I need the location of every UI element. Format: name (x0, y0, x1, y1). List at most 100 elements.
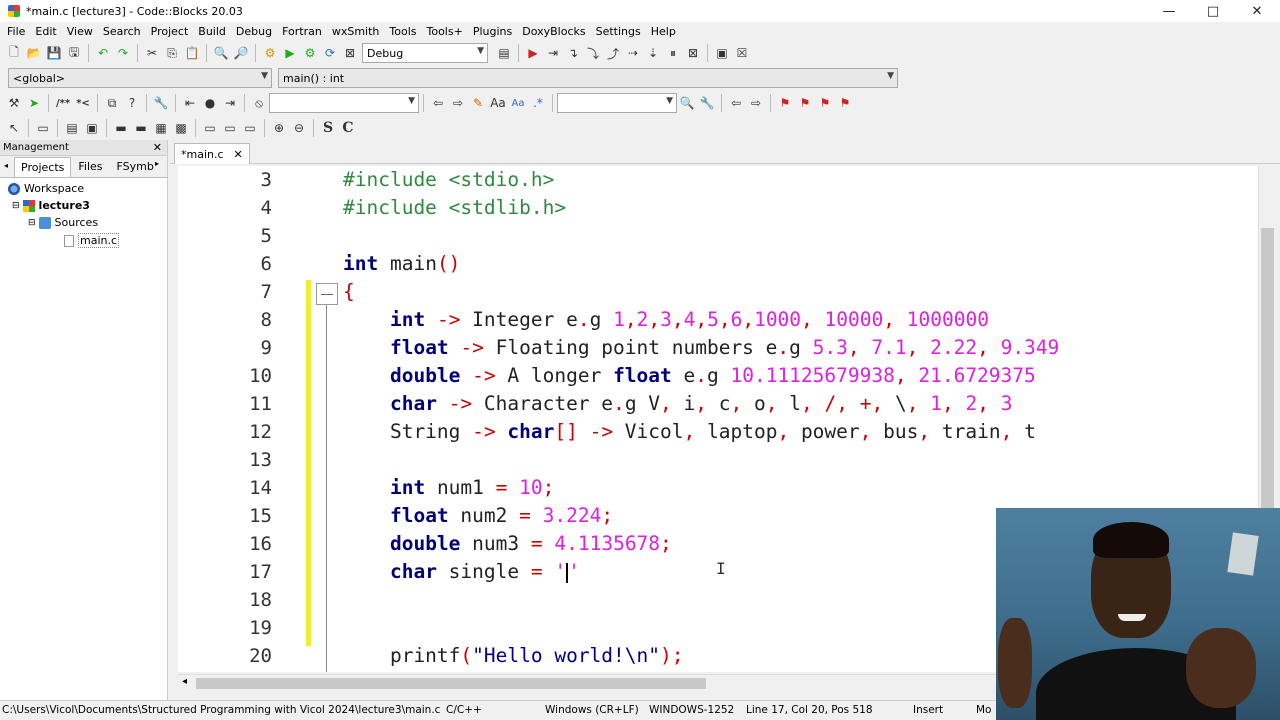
open-file-icon[interactable]: 📂 (24, 43, 44, 63)
save-icon[interactable]: 💾 (44, 43, 64, 63)
box-icon[interactable]: ▭ (200, 118, 220, 138)
menu-settings[interactable]: Settings (591, 25, 646, 38)
stop-debug-icon[interactable]: ⊠ (683, 43, 703, 63)
flag-icon[interactable]: ⚑ (775, 93, 795, 113)
debug-start-icon[interactable]: ▶ (523, 43, 543, 63)
debug-windows-icon[interactable]: ▣ (712, 43, 732, 63)
tab-files[interactable]: Files (71, 156, 109, 177)
panel-icon[interactable]: ▤ (62, 118, 82, 138)
save-all-icon[interactable]: 🖫 (64, 43, 84, 63)
debug-info-icon[interactable]: ☒ (732, 43, 752, 63)
regex-icon[interactable]: .* (528, 93, 548, 113)
target-options-icon[interactable]: ▤ (494, 43, 514, 63)
prev-bookmark-icon[interactable]: ⇤ (180, 93, 200, 113)
zoom-in-icon[interactable]: ⊕ (269, 118, 289, 138)
horizontal-scroll-thumb[interactable] (196, 678, 706, 689)
menu-edit[interactable]: Edit (30, 25, 61, 38)
jump-icon[interactable]: ➤ (24, 93, 44, 113)
undo-icon[interactable]: ↶ (93, 43, 113, 63)
menu-help[interactable]: Help (646, 25, 681, 38)
tree-file-main-c[interactable]: main.c (64, 233, 120, 248)
compiler-icon[interactable]: ⚒ (4, 93, 24, 113)
rebuild-icon[interactable]: ⟳ (320, 43, 340, 63)
c-icon[interactable]: C (338, 118, 358, 138)
step-into-icon[interactable]: ⤵ (583, 43, 603, 63)
arrow-left-icon[interactable]: ⇦ (428, 93, 448, 113)
step-out-icon[interactable]: ⤴ (603, 43, 623, 63)
cut-icon[interactable]: ✂ (142, 43, 162, 63)
menu-doxyblocks[interactable]: DoxyBlocks (517, 25, 590, 38)
box2-icon[interactable]: ▭ (220, 118, 240, 138)
menu-tools-plus[interactable]: Tools+ (422, 25, 468, 38)
maximize-button[interactable]: □ (1191, 0, 1235, 22)
copy-icon[interactable]: ⎘ (162, 43, 182, 63)
search-input[interactable]: ▼ (269, 93, 419, 113)
scope-select[interactable]: <global> ▼ (8, 68, 272, 88)
close-window-button[interactable]: ✕ (1235, 0, 1279, 22)
new-file-icon[interactable]: 🗋 (4, 43, 24, 63)
menu-plugins[interactable]: Plugins (468, 25, 517, 38)
close-panel-icon[interactable]: ✕ (153, 141, 162, 154)
next-bookmark-icon[interactable]: ⇥ (220, 93, 240, 113)
run-icon[interactable]: ▶ (280, 43, 300, 63)
scroll-left-icon[interactable]: ◂ (182, 676, 187, 687)
tree-project[interactable]: ⊟ lecture3 (12, 199, 90, 212)
back-icon[interactable]: ⇦ (726, 93, 746, 113)
fold-collapse-icon[interactable] (316, 283, 338, 305)
build-gear-icon[interactable]: ⚙ (260, 43, 280, 63)
dialog-icon[interactable]: ▣ (82, 118, 102, 138)
build-target-select[interactable]: Debug ▼ (362, 43, 488, 63)
replace-icon[interactable]: 🔎 (231, 43, 251, 63)
tab-fsymbols[interactable]: FSymb (110, 156, 161, 177)
doxy-help-icon[interactable]: ? (122, 93, 142, 113)
redo-icon[interactable]: ↷ (113, 43, 133, 63)
frame-icon[interactable]: ▭ (33, 118, 53, 138)
tree-workspace[interactable]: Workspace (8, 182, 84, 195)
pointer-icon[interactable]: ↖ (4, 118, 24, 138)
menu-project[interactable]: Project (146, 25, 194, 38)
next-flag-icon[interactable]: ⚑ (815, 93, 835, 113)
menu-fortran[interactable]: Fortran (277, 25, 327, 38)
next-instruction-icon[interactable]: ⇢ (623, 43, 643, 63)
zoom-out-icon[interactable]: ⊖ (289, 118, 309, 138)
abort-icon[interactable]: ⊠ (340, 43, 360, 63)
menu-debug[interactable]: Debug (231, 25, 277, 38)
prev-flag-icon[interactable]: ⚑ (795, 93, 815, 113)
whole-word-icon[interactable]: Aa (508, 93, 528, 113)
tab-main-c[interactable]: *main.c ✕ (174, 143, 250, 164)
grid-sizer-icon[interactable]: ▦ (151, 118, 171, 138)
search-go-icon[interactable]: 🔍 (677, 93, 697, 113)
uncomment-icon[interactable]: *< (73, 93, 93, 113)
paste-icon[interactable]: 📋 (182, 43, 202, 63)
flex-sizer-icon[interactable]: ▩ (171, 118, 191, 138)
menu-view[interactable]: View (62, 25, 98, 38)
menu-search[interactable]: Search (98, 25, 146, 38)
comment-icon[interactable]: /** (53, 93, 73, 113)
tab-scroll-left-icon[interactable]: ◂ (4, 161, 8, 170)
build-and-run-icon[interactable]: ⚙ (300, 43, 320, 63)
tab-projects[interactable]: Projects (14, 157, 72, 177)
tab-scroll-right-icon[interactable]: ▸ (155, 159, 159, 168)
step-instruction-icon[interactable]: ⇣ (643, 43, 663, 63)
box3-icon[interactable]: ▭ (240, 118, 260, 138)
sizer-v-icon[interactable]: ▬ (131, 118, 151, 138)
menu-file[interactable]: File (2, 25, 30, 38)
function-select[interactable]: main() : int ▼ (278, 68, 898, 88)
search-settings-icon[interactable]: 🔧 (697, 93, 717, 113)
stop-icon[interactable]: ⦸ (249, 93, 269, 113)
menu-tools[interactable]: Tools (384, 25, 421, 38)
menu-wxsmith[interactable]: wxSmith (327, 25, 385, 38)
run-to-cursor-icon[interactable]: ⇥ (543, 43, 563, 63)
close-tab-icon[interactable]: ✕ (234, 148, 243, 161)
minimize-button[interactable]: — (1147, 0, 1191, 22)
sizer-h-icon[interactable]: ▬ (111, 118, 131, 138)
next-line-icon[interactable]: ↴ (563, 43, 583, 63)
wrench-icon[interactable]: 🔧 (151, 93, 171, 113)
arrow-right-icon[interactable]: ⇨ (448, 93, 468, 113)
forward-icon[interactable]: ⇨ (746, 93, 766, 113)
find-icon[interactable]: 🔍 (211, 43, 231, 63)
highlight-icon[interactable]: ✎ (468, 93, 488, 113)
s-icon[interactable]: S (318, 118, 338, 138)
doxy-extract-icon[interactable]: ⧉ (102, 93, 122, 113)
tree-sources-folder[interactable]: ⊟ Sources (28, 216, 98, 229)
